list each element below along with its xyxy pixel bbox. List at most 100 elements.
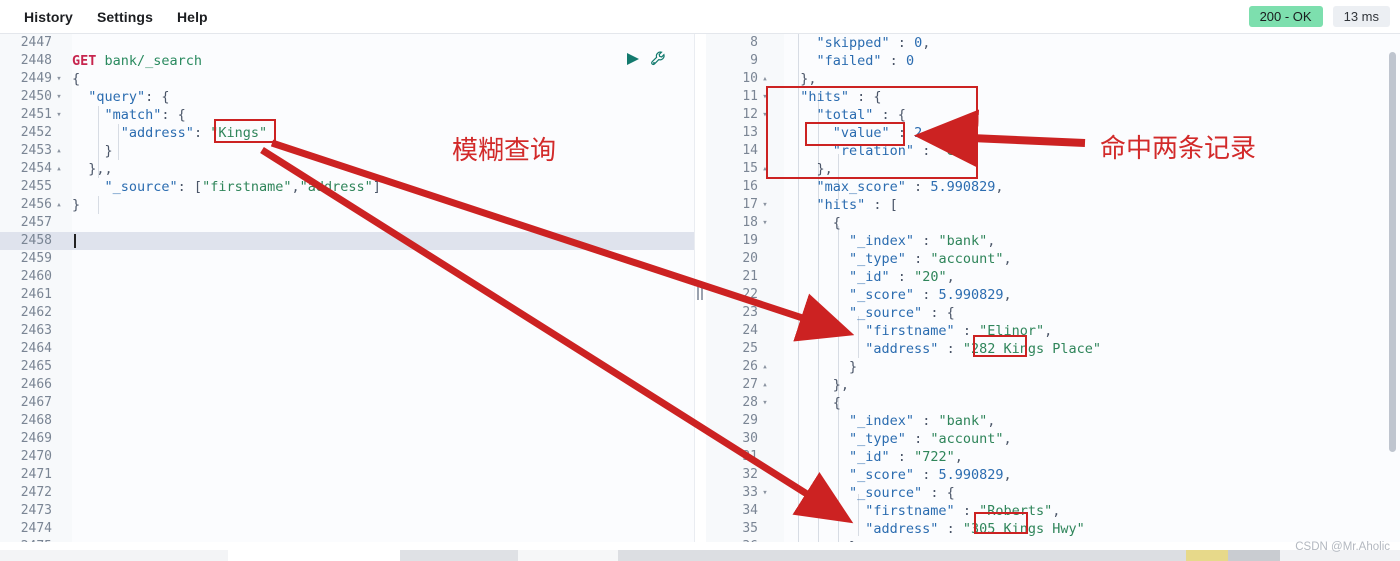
code-text: "_index" : "bank", [849, 233, 996, 249]
code-line[interactable]: 22 "_score" : 5.990829, [706, 286, 1400, 304]
code-line[interactable]: 2460 [0, 268, 694, 286]
code-line[interactable]: 2465 [0, 358, 694, 376]
code-line[interactable]: 14 "relation" : "eq" [706, 142, 1400, 160]
code-line[interactable]: 31 "_id" : "722", [706, 448, 1400, 466]
code-line[interactable]: 10 ▴ }, [706, 70, 1400, 88]
code-line[interactable]: 2451 ▾ "match": { [0, 106, 694, 124]
code-line[interactable]: 26 ▴ } [706, 358, 1400, 376]
code-line[interactable]: 2474 [0, 520, 694, 538]
code-line[interactable]: 11 ▾ "hits" : { [706, 88, 1400, 106]
code-line[interactable]: 2463 [0, 322, 694, 340]
line-number: 28 [742, 395, 758, 410]
code-line[interactable]: 12 ▾ "total" : { [706, 106, 1400, 124]
code-line[interactable]: 2464 [0, 340, 694, 358]
code-line[interactable]: 19 "_index" : "bank", [706, 232, 1400, 250]
code-text: "max_score" : 5.990829, [816, 179, 1004, 195]
code-line[interactable]: 2448 GET bank/_search [0, 52, 694, 70]
fold-toggle-icon[interactable]: ▴ [52, 142, 66, 160]
code-line[interactable]: 2449 ▾ { [0, 70, 694, 88]
fold-toggle-icon[interactable]: ▴ [758, 376, 772, 394]
code-line[interactable]: 2454 ▴ },, [0, 160, 694, 178]
code-line[interactable]: 8 "skipped" : 0, [706, 34, 1400, 52]
line-number: 2449 [20, 71, 52, 86]
code-text: } [72, 197, 81, 213]
fold-toggle-icon[interactable]: ▾ [758, 196, 772, 214]
fold-toggle-icon[interactable]: ▴ [758, 358, 772, 376]
line-number: 36 [706, 538, 758, 542]
code-line[interactable]: 2453 ▴ } [0, 142, 694, 160]
code-line[interactable]: 2468 [0, 412, 694, 430]
pane-drag-handle[interactable] [694, 285, 706, 301]
code-line[interactable]: 17 ▾ "hits" : [ [706, 196, 1400, 214]
code-line[interactable]: 21 "_id" : "20", [706, 268, 1400, 286]
code-line[interactable]: 2467 [0, 394, 694, 412]
code-line[interactable]: 23 "_source" : { [706, 304, 1400, 322]
code-line[interactable]: 24 "firstname" : "Elinor", [706, 322, 1400, 340]
code-line[interactable]: 25 "address" : "282 Kings Place" [706, 340, 1400, 358]
code-line[interactable]: 16 "max_score" : 5.990829, [706, 178, 1400, 196]
menu-item-settings[interactable]: Settings [85, 5, 165, 29]
code-line[interactable]: 2472 [0, 484, 694, 502]
fold-toggle-icon[interactable]: ▴ [52, 196, 66, 214]
response-viewer-pane[interactable]: 8 "skipped" : 0, 9 "failed" : 0 10 ▴ }, 11 ▾ … [706, 34, 1400, 542]
code-line[interactable]: 27 ▴ }, [706, 376, 1400, 394]
fold-toggle-icon[interactable]: ▾ [758, 106, 772, 124]
code-line[interactable]: 34 "firstname" : "Roberts", [706, 502, 1400, 520]
code-line[interactable]: 30 "_type" : "account", [706, 430, 1400, 448]
code-line[interactable]: 20 "_type" : "account", [706, 250, 1400, 268]
code-line[interactable]: 2458 [0, 232, 694, 250]
line-number: 2448 [20, 53, 52, 68]
fold-toggle-icon[interactable]: ▾ [52, 88, 66, 106]
fold-toggle-icon[interactable]: ▴ [758, 160, 772, 178]
code-line[interactable]: 2452 "address": "Kings" [0, 124, 694, 142]
fold-toggle-icon[interactable]: ▴ [52, 160, 66, 178]
code-line[interactable]: 2459 [0, 250, 694, 268]
request-editor-pane[interactable]: 2447 2448 GET bank/_search 2449 ▾{2450 ▾ "que… [0, 34, 695, 542]
code-line[interactable]: 2461 [0, 286, 694, 304]
menu-item-history[interactable]: History [12, 5, 85, 29]
fold-toggle-icon[interactable]: ▴ [758, 70, 772, 88]
line-number: 2471 [20, 467, 52, 482]
code-line[interactable]: 2466 [0, 376, 694, 394]
line-number: 2457 [20, 215, 52, 230]
fold-toggle-icon[interactable]: ▴ [758, 538, 772, 542]
code-line[interactable]: 15 ▴ }, [706, 160, 1400, 178]
code-line[interactable]: 35 "address" : "305 Kings Hwy" [706, 520, 1400, 538]
code-line[interactable]: 2447 [0, 34, 694, 52]
code-line[interactable]: 32 "_score" : 5.990829, [706, 466, 1400, 484]
code-line[interactable]: 33 ▾ "_source" : { [706, 484, 1400, 502]
code-line[interactable]: 18 ▾ { [706, 214, 1400, 232]
code-text: "address" : "282 Kings Place" [865, 341, 1101, 357]
response-code-area[interactable]: 8 "skipped" : 0, 9 "failed" : 0 10 ▴ }, 11 ▾ … [706, 34, 1400, 542]
code-line[interactable]: 2456 ▴} [0, 196, 694, 214]
elasticsearch-kibana-console: History Settings Help 200 - OK 13 ms 244… [0, 0, 1400, 561]
code-line[interactable]: 2473 [0, 502, 694, 520]
code-line[interactable]: 2455 "_source": ["firstname","address"] [0, 178, 694, 196]
code-line[interactable]: 28 ▾ { [706, 394, 1400, 412]
line-number: 16 [742, 179, 758, 194]
code-text: } [72, 143, 113, 159]
line-number: 2474 [20, 521, 52, 536]
fold-toggle-icon[interactable]: ▾ [758, 484, 772, 502]
code-line[interactable]: 29 "_index" : "bank", [706, 412, 1400, 430]
request-code-area[interactable]: 2447 2448 GET bank/_search 2449 ▾{2450 ▾ "que… [0, 34, 694, 542]
play-icon[interactable] [625, 51, 640, 72]
fold-toggle-icon[interactable]: ▾ [758, 88, 772, 106]
line-number: 2475 [0, 538, 52, 542]
code-line[interactable]: 2462 [0, 304, 694, 322]
code-line[interactable]: 2475 [0, 538, 694, 542]
code-line[interactable]: 2470 [0, 448, 694, 466]
fold-toggle-icon[interactable]: ▾ [758, 394, 772, 412]
fold-toggle-icon[interactable]: ▾ [52, 70, 66, 88]
code-line[interactable]: 9 "failed" : 0 [706, 52, 1400, 70]
fold-toggle-icon[interactable]: ▾ [52, 106, 66, 124]
wrench-icon[interactable] [650, 50, 668, 73]
menu-item-help[interactable]: Help [165, 5, 220, 29]
code-line[interactable]: 2450 ▾ "query": { [0, 88, 694, 106]
code-line[interactable]: 13 "value" : 2, [706, 124, 1400, 142]
code-line[interactable]: 2457 [0, 214, 694, 232]
code-line[interactable]: 2469 [0, 430, 694, 448]
response-vertical-scrollbar[interactable] [1389, 52, 1396, 452]
code-line[interactable]: 2471 [0, 466, 694, 484]
fold-toggle-icon[interactable]: ▾ [758, 214, 772, 232]
